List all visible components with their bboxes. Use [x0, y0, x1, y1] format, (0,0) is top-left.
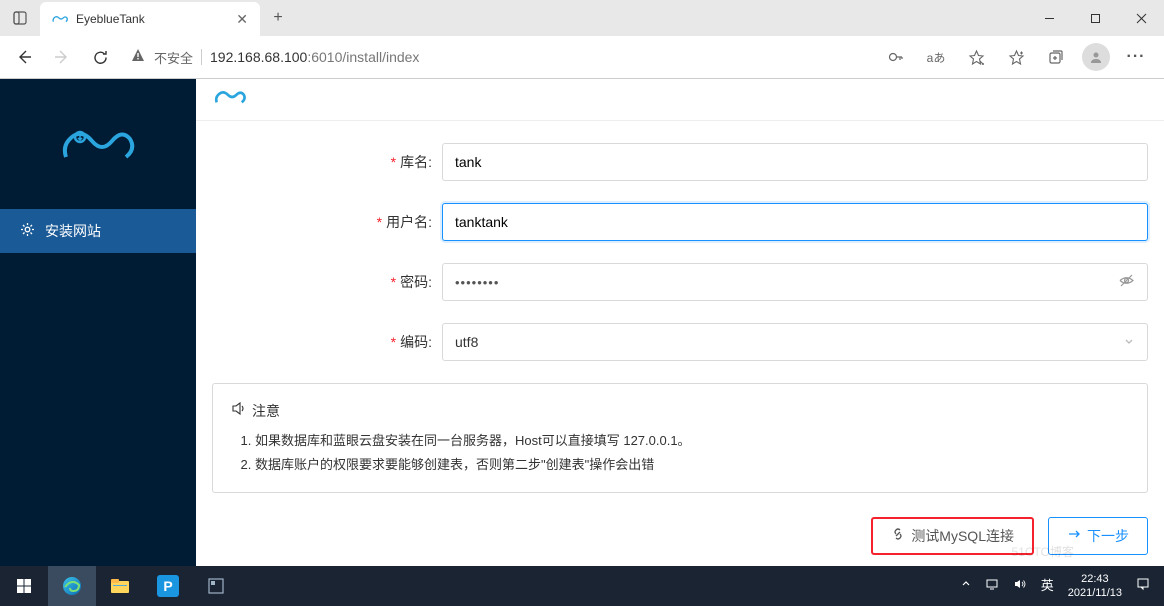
watermark: 51CTO博客 — [1012, 543, 1074, 560]
taskbar-explorer[interactable] — [96, 566, 144, 606]
chevron-down-icon — [1123, 334, 1135, 350]
favorites-bar-icon[interactable] — [998, 39, 1034, 75]
new-tab-button[interactable]: + — [260, 0, 296, 36]
tray-network-icon[interactable] — [979, 578, 1005, 594]
eyeblue-favicon-icon — [52, 11, 68, 27]
refresh-button[interactable] — [82, 39, 118, 75]
tray-chevron-icon[interactable] — [955, 579, 977, 593]
sidebar-item-install[interactable]: 安装网站 — [0, 209, 196, 253]
taskbar-app[interactable] — [192, 566, 240, 606]
db-name-input[interactable] — [442, 143, 1148, 181]
address-bar[interactable]: 不安全 192.168.68.100:6010/install/index — [120, 41, 876, 73]
tray-ime[interactable]: 英 — [1035, 578, 1060, 595]
sidebar-item-label: 安装网站 — [45, 221, 101, 241]
translate-icon[interactable]: aあ — [918, 39, 954, 75]
more-menu-icon[interactable]: ··· — [1118, 39, 1154, 75]
test-mysql-button[interactable]: 测试MySQL连接 — [871, 517, 1034, 555]
taskbar-edge[interactable] — [48, 566, 96, 606]
settings-icon — [20, 222, 35, 240]
tray-clock[interactable]: 22:43 2021/11/13 — [1062, 572, 1128, 601]
notice-box: 注意 如果数据库和蓝眼云盘安装在同一台服务器，Host可以直接填写 127.0.… — [212, 383, 1148, 493]
collections-icon[interactable] — [1038, 39, 1074, 75]
taskbar: P 英 22:43 2021/11/13 — [0, 566, 1164, 606]
minimize-button[interactable] — [1026, 0, 1072, 36]
password-input[interactable]: •••••••• — [442, 263, 1148, 301]
favorite-icon[interactable] — [958, 39, 994, 75]
notice-title: 注意 — [252, 398, 280, 425]
back-button[interactable] — [6, 39, 42, 75]
start-button[interactable] — [0, 566, 48, 606]
header-logo-icon — [214, 87, 246, 112]
close-window-button[interactable] — [1118, 0, 1164, 36]
taskbar-app-p[interactable]: P — [144, 566, 192, 606]
url-text: 192.168.68.100:6010/install/index — [210, 49, 419, 65]
eye-off-icon[interactable] — [1118, 272, 1135, 292]
link-icon — [891, 527, 905, 544]
password-icon[interactable] — [878, 39, 914, 75]
username-label: *用户名: — [212, 212, 442, 232]
profile-button[interactable] — [1078, 39, 1114, 75]
notice-item: 数据库账户的权限要求要能够创建表，否则第二步"创建表"操作会出错 — [255, 453, 1129, 478]
notice-item: 如果数据库和蓝眼云盘安装在同一台服务器，Host可以直接填写 127.0.0.1… — [255, 429, 1129, 454]
maximize-button[interactable] — [1072, 0, 1118, 36]
password-label: *密码: — [212, 272, 442, 292]
security-label: 不安全 — [154, 48, 193, 67]
divider — [201, 49, 202, 65]
tray-notifications-icon[interactable] — [1130, 577, 1156, 595]
not-secure-icon — [130, 47, 146, 68]
app-logo — [0, 79, 196, 209]
tray-volume-icon[interactable] — [1007, 578, 1033, 594]
tab-title: EyeblueTank — [76, 12, 228, 26]
browser-tab[interactable]: EyeblueTank ✕ — [40, 2, 260, 36]
main-header — [196, 79, 1164, 121]
forward-button — [44, 39, 80, 75]
encoding-label: *编码: — [212, 332, 442, 352]
db-name-label: *库名: — [212, 152, 442, 172]
username-input[interactable] — [442, 203, 1148, 241]
speaker-icon — [231, 398, 246, 425]
arrow-right-icon — [1067, 527, 1081, 544]
encoding-select[interactable]: utf8 — [442, 323, 1148, 361]
tab-close-icon[interactable]: ✕ — [236, 11, 248, 28]
sidebar: 安装网站 — [0, 79, 196, 567]
tabs-menu-button[interactable] — [0, 0, 40, 36]
